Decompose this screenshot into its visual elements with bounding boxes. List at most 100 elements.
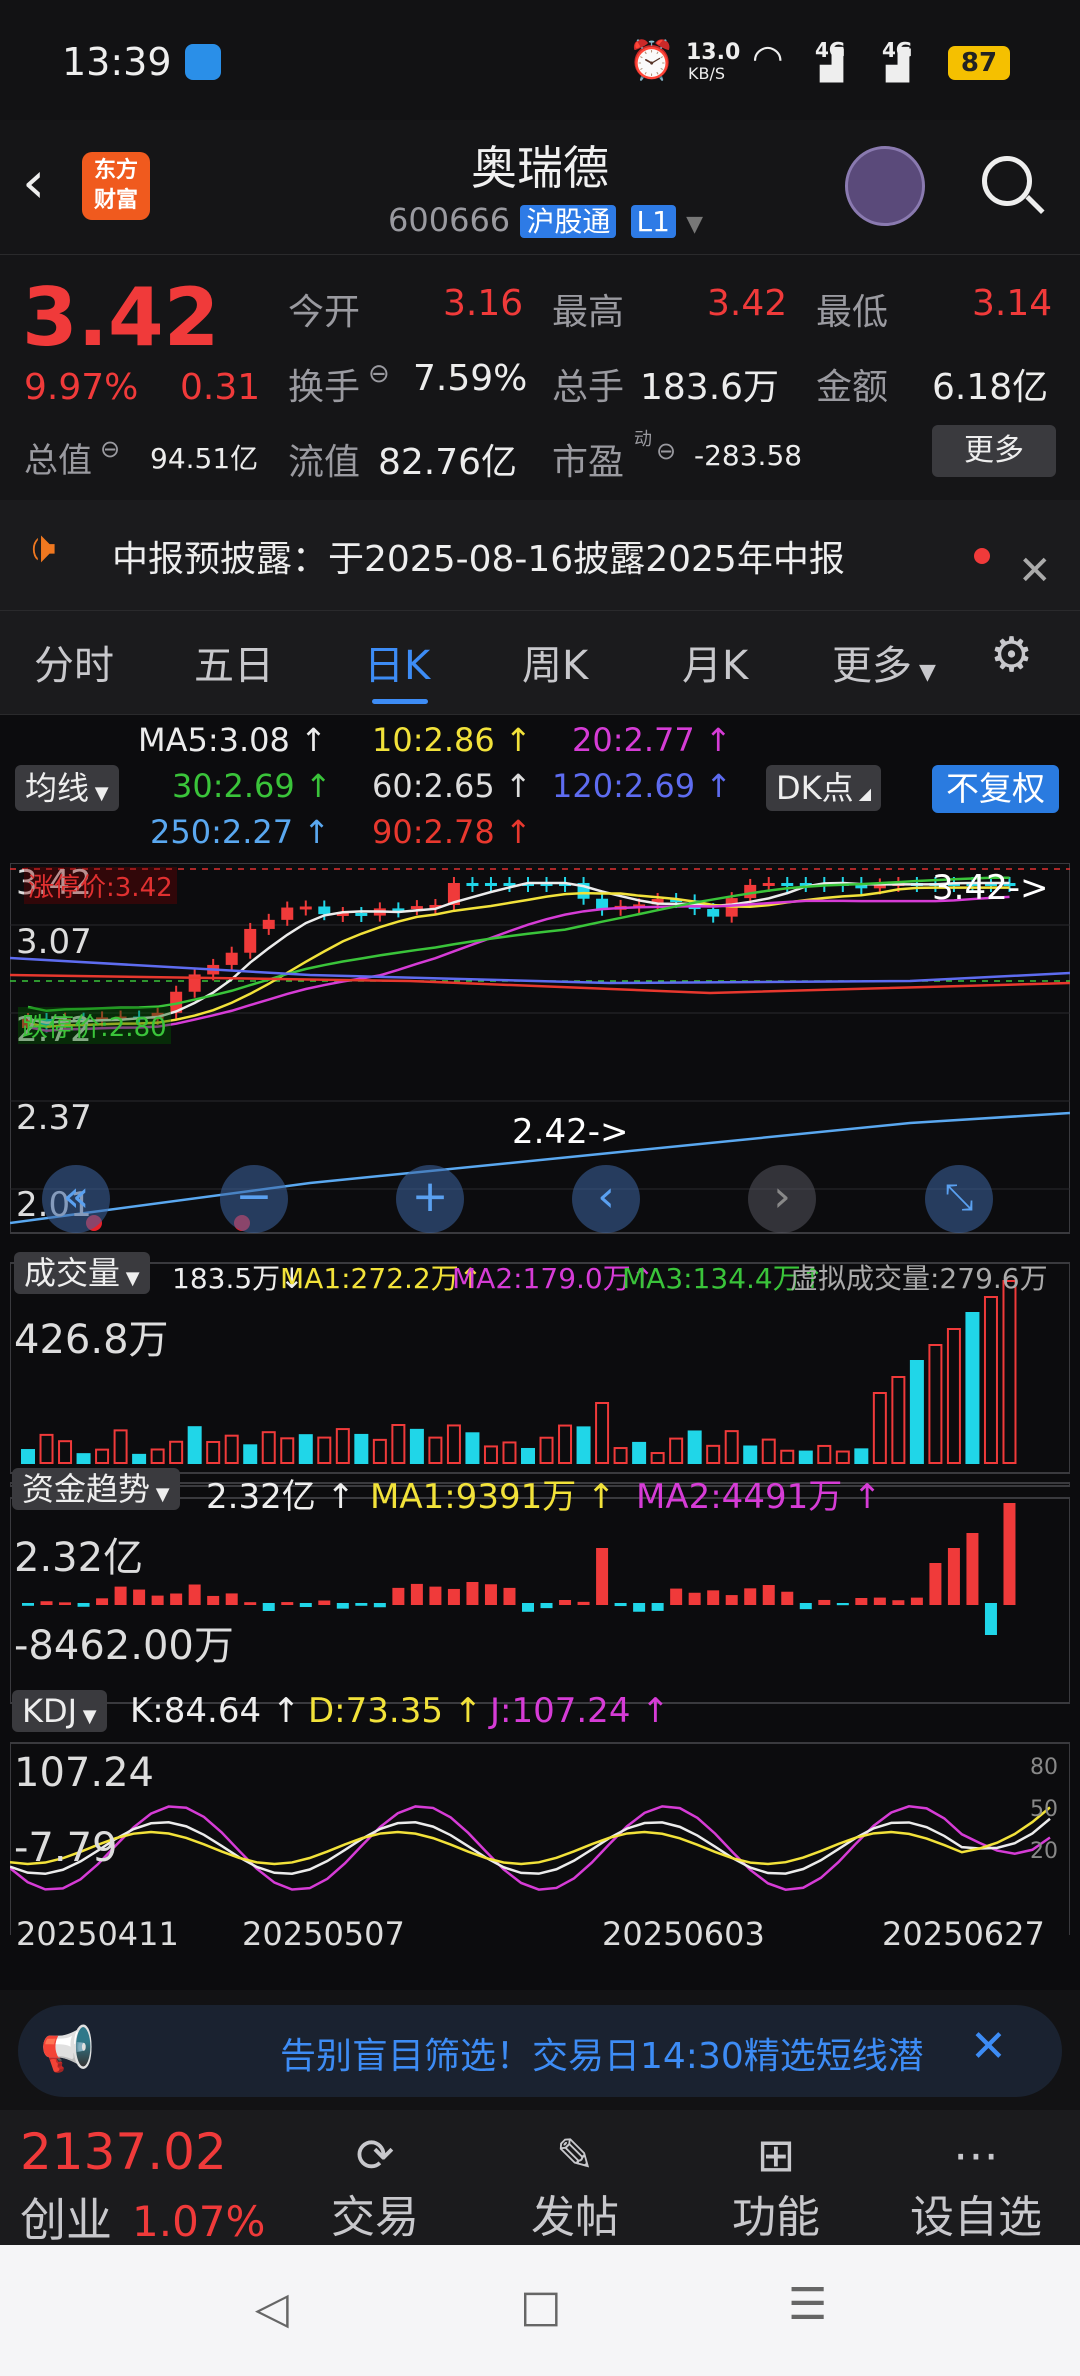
fullscreen-icon[interactable]: ⤡ [925,1165,993,1233]
volume-bar [58,1440,73,1464]
fund-bar [855,1597,868,1605]
fund-bar [633,1603,646,1612]
volume-bar [687,1430,702,1465]
tab-rik[interactable]: 日K [364,633,430,691]
kdj-selector[interactable]: KDJ ▼ [12,1690,107,1732]
nav-trade[interactable]: ⟳ 交易 [305,2120,445,2246]
info-icon[interactable]: ⊖ [368,359,390,389]
volume-selector[interactable]: 成交量 ▼ [14,1252,150,1294]
nav-function[interactable]: ⊞ 功能 [706,2120,846,2246]
settings-gear-icon[interactable]: ⚙ [990,627,1033,683]
candle-body [318,906,331,915]
fund-bar [281,1602,294,1605]
volume-bar [817,1444,832,1465]
close-icon[interactable]: ✕ [970,2021,1007,2072]
nav-function-label: 功能 [732,2192,820,2243]
mcap-label: 总值 [24,441,92,481]
volume-bar [372,1438,387,1465]
scroll-right-button[interactable]: › [748,1165,816,1233]
ma5-legend: MA5:3.08 ↑ [138,721,327,759]
tab-wuri[interactable]: 五日 [194,633,274,691]
volume-bar [983,1296,998,1464]
notice-bar[interactable]: 🕩 中报预披露：于2025-08-16披露2025年中报 ✕ [0,500,1080,610]
fund-bar [133,1589,146,1605]
volume-bar [632,1441,647,1464]
volume-bar [539,1436,554,1464]
fund-bar [725,1595,738,1605]
volume-bar [891,1376,906,1464]
volume-label: 总手 [552,367,625,408]
more-quote-button[interactable]: 更多 [932,425,1056,477]
fund-bar [522,1603,534,1612]
index-ticker[interactable]: 2137.02 创业 1.07% [20,2120,280,2250]
system-nav-bar: ◁ □ ☰ [0,2245,1080,2376]
back-triangle-icon[interactable]: ◁ [255,2283,289,2334]
fund-ma1: MA1:9391万 ↑ [370,1477,616,1517]
volume-bar [724,1430,739,1464]
fund-bar [22,1603,34,1606]
promo-banner[interactable]: 📢 告别盲目筛选！交易日14:30精选短线潜 ✕ [18,2005,1062,2097]
turnover-label: 换手 [288,367,361,408]
fund-bar [540,1603,553,1609]
nav-watchlist[interactable]: ⋯ 设自选 [906,2120,1046,2246]
search-icon-handle [1025,194,1045,215]
ma-selector[interactable]: 均线 ▼ [15,765,119,811]
wifi-icon: ◠ [752,38,784,79]
low-label: 最低 [816,292,889,333]
tab-yuek[interactable]: 月K [682,633,748,691]
fund-bar [966,1533,979,1605]
zoom-in-button[interactable]: + [396,1165,464,1233]
info-icon[interactable]: ⊖ [100,435,120,463]
nav-watchlist-label: 设自选 [910,2192,1042,2243]
adjust-mode-button[interactable]: 不复权 [932,765,1059,813]
fund-bar [651,1603,664,1611]
close-icon[interactable]: ✕ [1018,548,1052,594]
change-pct: 9.97% [24,367,139,408]
fund-bar [114,1586,127,1605]
tab-zhouk[interactable]: 周K [522,633,588,691]
open-label: 今开 [288,292,361,333]
index-name: 创业 [20,2193,112,2247]
kdj-j: J:107.24 ↑ [490,1691,670,1731]
low-value: 3.14 [972,283,1053,324]
alarm-icon: ⏰ [628,38,676,82]
volume-bar [558,1424,573,1464]
info-icon[interactable]: ⊖ [656,437,676,465]
menu-lines-icon[interactable]: ☰ [788,2279,827,2330]
fund-bar [447,1588,460,1605]
fund-value: 2.32亿 ↑ [206,1477,355,1517]
robot-avatar-icon[interactable] [845,146,925,226]
open-value: 3.16 [443,283,524,324]
home-square-icon[interactable]: □ [520,2281,562,2332]
fund-bar [299,1603,312,1608]
scroll-left-button[interactable]: ‹ [572,1165,640,1233]
kline-chart-area[interactable]: MA5:3.08 ↑ 10:2.86 ↑ 20:2.77 ↑ 均线 ▼ 30:2… [0,715,1080,1990]
volume-bar [595,1402,610,1464]
limit-down-label: 跌停价:2.80 [18,1007,171,1044]
ma20-legend: 20:2.77 ↑ [572,721,732,759]
back-icon[interactable]: ‹ [22,148,45,216]
fund-trend-selector[interactable]: 资金趋势 ▼ [12,1468,180,1510]
tab-more[interactable]: 更多 ▼ [832,633,936,691]
fund-bar [836,1603,849,1606]
dk-point-button[interactable]: DK点 ◢ [766,765,882,811]
volume-bar [780,1449,795,1464]
volume-bar [261,1431,276,1464]
volume-bar [280,1437,295,1465]
volume-bar [317,1436,332,1464]
stock-code-row[interactable]: 600666 沪股通 L1 ▼ [388,200,703,240]
nav-post[interactable]: ✎ 发帖 [505,2120,645,2246]
tab-fenshi[interactable]: 分时 [34,633,114,691]
zoom-out-button[interactable]: − [220,1165,288,1233]
hgt-badge: 沪股通 [520,205,617,238]
volume-bar [169,1440,184,1464]
fund-bar [984,1603,997,1635]
candle-body [781,883,794,886]
scroll-start-button[interactable]: « [42,1165,110,1233]
ma90-line [10,973,1070,995]
volume-bar [465,1432,480,1464]
volume-bar [761,1438,776,1464]
fund-bar [744,1588,757,1605]
fund-bar [410,1583,423,1605]
fund-bar [188,1584,201,1605]
